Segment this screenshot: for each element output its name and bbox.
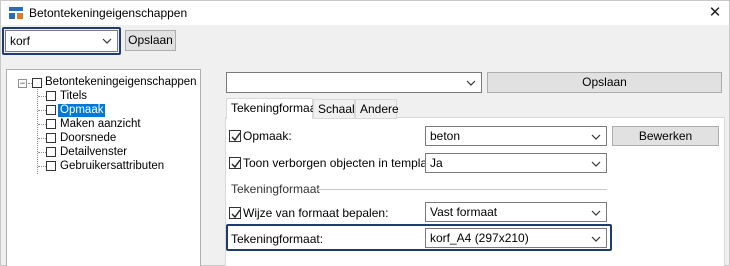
tree-item-maken-aanzicht-checkbox[interactable] [46,119,56,129]
save-properties-button[interactable]: Opslaan [487,72,722,93]
formaat-select-value: korf_A4 (297x210) [430,231,529,245]
collapse-icon[interactable]: − [18,79,27,88]
opmaak-label: Opmaak: [243,129,292,143]
tree-item-titels-checkbox[interactable] [46,91,56,101]
tree-item-doorsnede[interactable]: Doorsnede [60,132,116,145]
preset-select[interactable]: korf [5,30,118,52]
opmaak-select-value: beton [430,129,461,143]
verborgen-checkbox[interactable] [229,157,241,169]
tree-item-gebruikersattributen-checkbox[interactable] [46,161,56,171]
tree-item-detailvenster[interactable]: Detailvenster [60,146,127,159]
verborgen-select[interactable]: Ja [425,153,607,173]
tab-andere[interactable]: Andere [355,99,399,119]
formaat-label: Tekeningformaat: [231,232,324,246]
save-preset-button[interactable]: Opslaan [125,30,176,51]
preset-select-value: korf [10,34,31,48]
chevron-down-icon [591,207,601,217]
section-divider [317,189,607,190]
formaat-select[interactable]: korf_A4 (297x210) [425,228,607,248]
tree-root-checkbox[interactable] [32,78,42,88]
wijze-checkbox[interactable] [229,207,241,219]
wijze-select[interactable]: Vast formaat [425,202,607,222]
tree-panel: − Betontekeningeigenschappen Titels Opma… [6,69,201,266]
check-icon [231,209,241,219]
edit-button[interactable]: Bewerken [612,126,719,146]
chevron-down-icon [102,35,112,45]
check-icon [231,132,241,142]
opmaak-checkbox[interactable] [229,130,241,142]
properties-window: Betontekeningeigenschappen ✕ korf Opslaa… [0,0,730,266]
tree-item-opmaak[interactable]: Opmaak [58,104,106,117]
tree-item-detailvenster-checkbox[interactable] [46,147,56,157]
app-icon [8,6,24,20]
chevron-down-icon [591,131,601,141]
chevron-down-icon [466,77,476,87]
check-icon [231,159,241,169]
tree-item-maken-aanzicht[interactable]: Maken aanzicht [60,118,141,131]
chevron-down-icon [591,158,601,168]
section-title: Tekeningformaat [231,182,320,196]
verborgen-label: Toon verborgen objecten in templates [243,156,444,170]
title-bar: Betontekeningeigenschappen ✕ [1,1,729,25]
wijze-label: Wijze van formaat bepalen: [243,206,389,220]
tree-item-opmaak-checkbox[interactable] [46,105,56,115]
tree-item-gebruikersattributen[interactable]: Gebruikersattributen [60,160,164,173]
chevron-down-icon [591,233,601,243]
wijze-select-value: Vast formaat [430,205,498,219]
tree-item-doorsnede-checkbox[interactable] [46,133,56,143]
close-button[interactable]: ✕ [701,1,729,25]
tree-root-label[interactable]: Betontekeningeigenschappen [45,76,197,89]
window-title: Betontekeningeigenschappen [29,6,188,20]
tab-tekeningformaat[interactable]: Tekeningformaat [226,98,320,119]
tree-item-titels[interactable]: Titels [60,90,87,103]
verborgen-select-value: Ja [430,156,443,170]
tab-schaal[interactable]: Schaal [313,99,355,119]
opmaak-select[interactable]: beton [425,126,607,146]
property-set-select[interactable] [226,72,482,93]
